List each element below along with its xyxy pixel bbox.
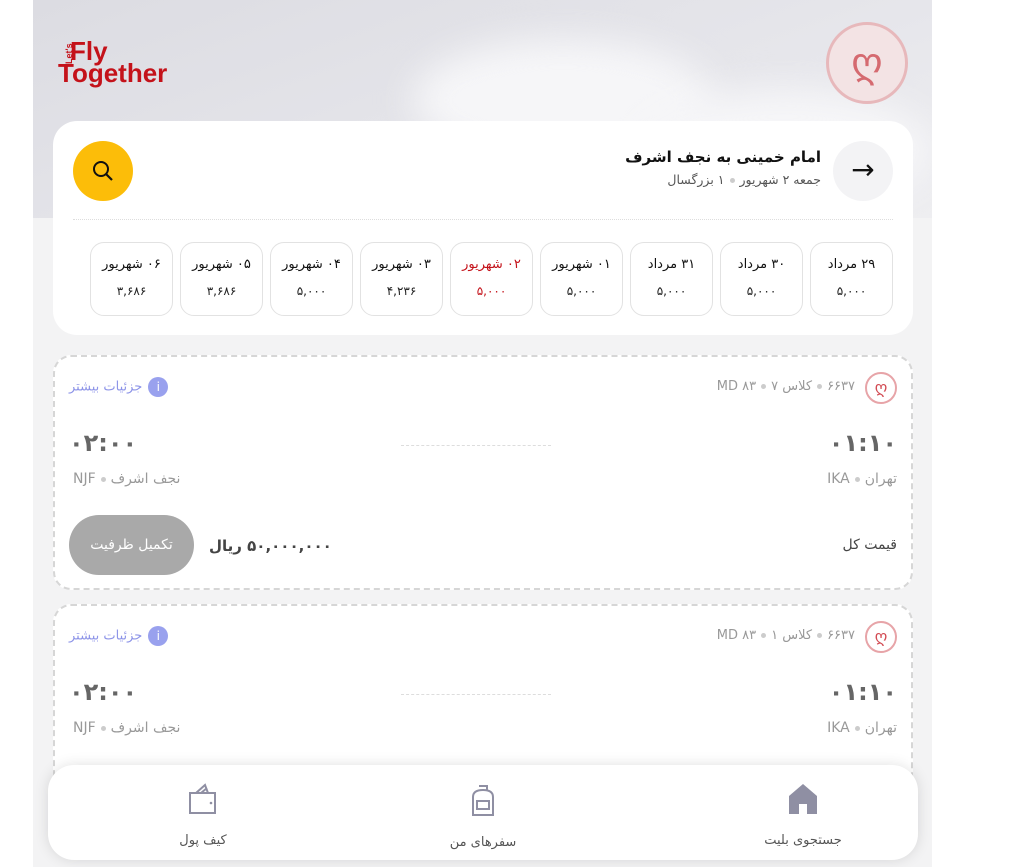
airline-tail-logo-icon: ღ [826,22,908,104]
price-label: قیمت کل [842,537,897,553]
passengers: ۱ بزرگسال [667,172,725,187]
route-summary: امام خمینی به نجف اشرف جمعه ۲ شهریور ۱ بز… [625,148,821,187]
date-label: ۰۶ شهریور [102,257,161,272]
price: ۵۰,۰۰۰,۰۰۰ ریال [209,537,332,555]
date-chip[interactable]: ۰۶ شهریور ۳,۶۸۶ [90,242,173,316]
origin: تهرانIKA [827,471,897,487]
date-selector[interactable]: ۲۹ مرداد ۵,۰۰۰ ۳۰ مرداد ۵,۰۰۰ ۳۱ مرداد ۵,۰۰۰ ۰… [63,242,893,316]
backpack-icon [472,785,494,816]
destination: نجف اشرفNJF [73,720,181,736]
date-label: ۳۰ مرداد [737,257,786,272]
nav-my-trips[interactable]: سفرهای من [408,783,558,850]
date-price: ۵,۰۰۰ [656,284,687,298]
date-label: ۰۲ شهریور [462,257,521,272]
date-chip[interactable]: ۰۳ شهریور ۴,۲۳۶ [360,242,443,316]
back-arrow-icon[interactable]: → [833,141,893,201]
route-title: امام خمینی به نجف اشرف [625,148,821,166]
date-chip[interactable]: ۰۱ شهریور ۵,۰۰۰ [540,242,623,316]
logo: Let's Fly Together [58,36,168,88]
origin: تهرانIKA [827,720,897,736]
arrival-time: ۰۲:۰۰ [69,678,138,706]
date-chip[interactable]: ۰۵ شهریور ۳,۶۸۶ [180,242,263,316]
wallet-icon [189,783,216,814]
date-label: ۰۴ شهریور [282,257,341,272]
date-label: ۰۳ شهریور [372,257,431,272]
destination: نجف اشرفNJF [73,471,181,487]
date-price: ۵,۰۰۰ [476,284,507,298]
route-line [401,694,551,695]
arrival-time: ۰۲:۰۰ [69,429,138,457]
date-chip[interactable]: ۰۴ شهریور ۵,۰۰۰ [270,242,353,316]
search-summary-card: → امام خمینی به نجف اشرف جمعه ۲ شهریور ۱ … [53,121,913,335]
info-icon: i [148,377,169,397]
airline-logo-icon: ღ [865,372,897,404]
route-line [401,445,551,446]
date-label: ۲۹ مرداد [827,257,876,272]
search-date: جمعه ۲ شهریور [739,172,821,187]
date-price: ۵,۰۰۰ [296,284,327,298]
date-price: ۴,۲۳۶ [386,284,417,298]
date-chip[interactable]: ۲۹ مرداد ۵,۰۰۰ [810,242,893,316]
nav-wallet[interactable]: کیف پول [128,783,278,848]
search-icon [93,161,113,181]
sold-out-button[interactable]: تکمیل ظرفیت [69,515,194,575]
search-button[interactable] [73,141,133,201]
date-label: ۰۵ شهریور [192,257,251,272]
date-label: ۳۱ مرداد [647,257,696,272]
divider [73,219,893,220]
date-chip[interactable]: ۰۲ شهریور ۵,۰۰۰ [450,242,533,316]
info-icon: i [148,626,169,646]
date-label: ۰۱ شهریور [552,257,611,272]
bottom-nav: جستجوی بلیت سفرهای من کیف پول [48,765,918,860]
date-chip[interactable]: ۳۱ مرداد ۵,۰۰۰ [630,242,713,316]
app-column: Let's Fly Together ღ → امام خمینی به نجف… [33,0,932,867]
airline-logo-icon: ღ [865,621,897,653]
date-price: ۵,۰۰۰ [566,284,597,298]
date-price: ۵,۰۰۰ [836,284,867,298]
home-icon [789,784,817,814]
departure-time: ۰۱:۱۰ [828,678,897,706]
date-price: ۳,۶۸۶ [116,284,147,298]
departure-time: ۰۱:۱۰ [828,429,897,457]
date-price: ۵,۰۰۰ [746,284,777,298]
nav-search-tickets[interactable]: جستجوی بلیت [728,783,878,848]
date-chip[interactable]: ۳۰ مرداد ۵,۰۰۰ [720,242,803,316]
date-price: ۳,۶۸۶ [206,284,237,298]
more-details-link[interactable]: iجزئیات بیشتر [69,377,169,397]
flight-card[interactable]: ღ ۶۶۳۷کلاس ۷MD ۸۳ iجزئیات بیشتر ۰۱:۱۰ ۰۲… [53,355,913,590]
more-details-link[interactable]: iجزئیات بیشتر [69,626,169,646]
